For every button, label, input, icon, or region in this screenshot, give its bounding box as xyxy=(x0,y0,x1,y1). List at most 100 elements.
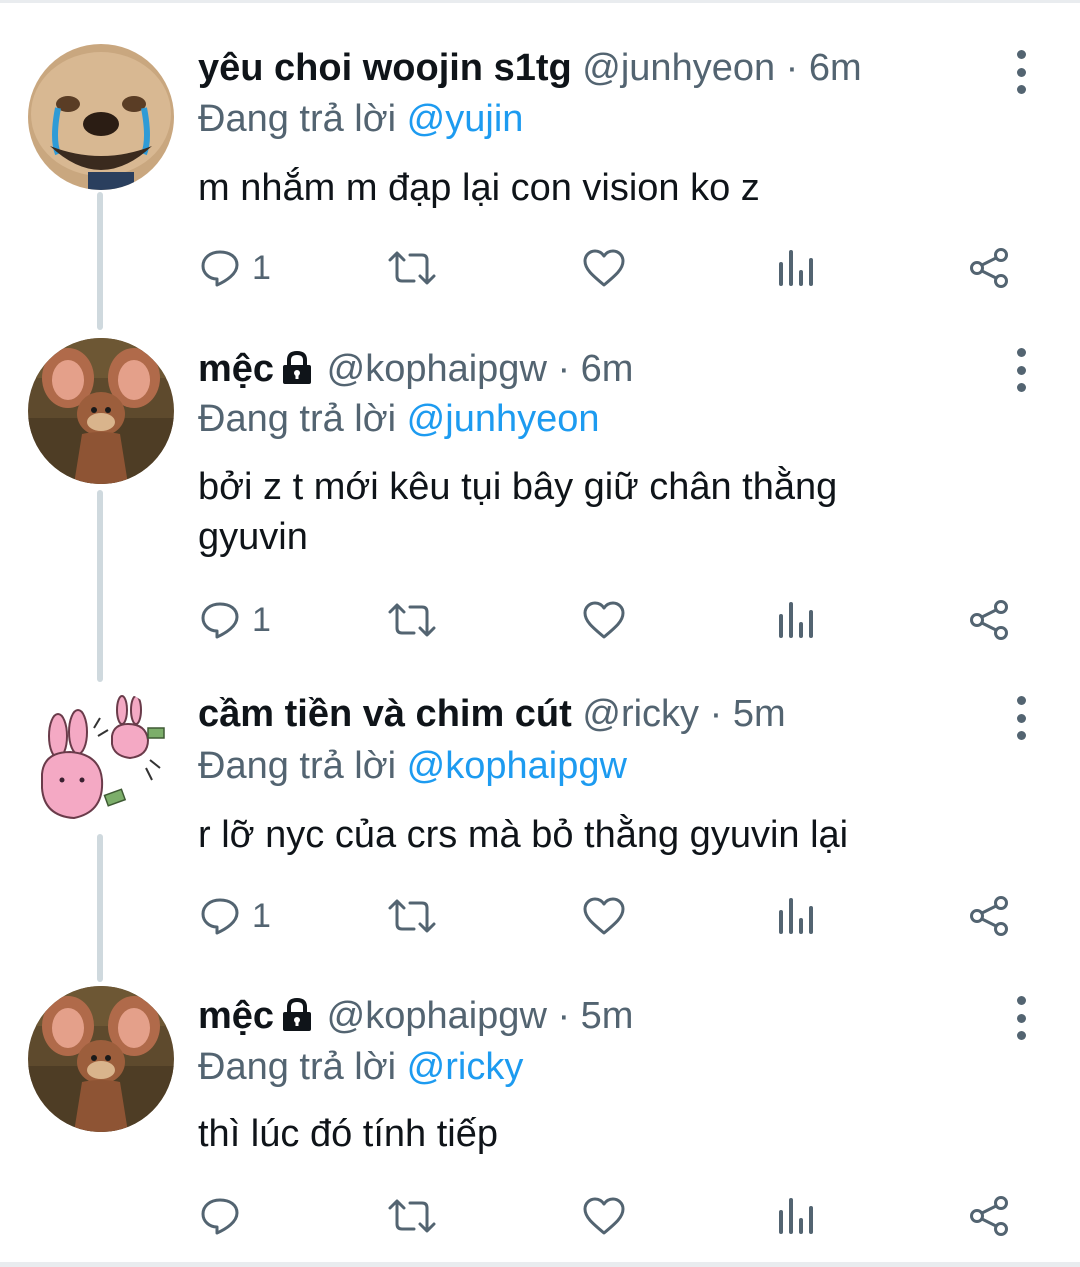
replying-label: Đang trả lời xyxy=(198,745,397,787)
replying-label: Đang trả lời xyxy=(198,398,397,440)
replying-label: Đang trả lời xyxy=(198,1046,397,1088)
views-button[interactable] xyxy=(777,592,817,648)
action-bar: 1 xyxy=(0,240,1080,296)
replying-to: Đang trả lời @junhyeon xyxy=(198,395,600,443)
retweet-button[interactable] xyxy=(386,1188,438,1244)
views-button[interactable] xyxy=(777,888,817,944)
more-options-icon[interactable] xyxy=(1006,50,1036,94)
views-button[interactable] xyxy=(777,1188,817,1244)
reply-icon xyxy=(201,602,239,639)
timestamp[interactable]: 6m xyxy=(581,348,634,390)
reply-count: 1 xyxy=(252,896,271,935)
reply-count: 1 xyxy=(252,248,271,287)
reply-icon xyxy=(201,898,239,935)
share-button[interactable] xyxy=(968,240,1010,296)
like-button[interactable] xyxy=(582,240,626,296)
lock-icon xyxy=(283,998,312,1031)
separator-dot: · xyxy=(709,693,723,735)
timestamp[interactable]: 5m xyxy=(581,995,634,1037)
replying-mention-link[interactable]: @kophaipgw xyxy=(407,745,627,787)
views-button[interactable] xyxy=(777,240,817,296)
reply-icon xyxy=(201,1198,239,1235)
views-icon xyxy=(779,898,813,934)
more-options-icon[interactable] xyxy=(1006,348,1036,392)
share-button[interactable] xyxy=(968,1188,1010,1244)
retweet-button[interactable] xyxy=(386,240,438,296)
action-bar: 1 xyxy=(0,592,1080,648)
avatar[interactable] xyxy=(28,44,174,190)
reply-button[interactable] xyxy=(200,1188,252,1244)
crying-dog-avatar-image xyxy=(28,44,174,190)
like-button[interactable] xyxy=(582,1188,626,1244)
separator-dot: · xyxy=(557,995,571,1037)
views-icon xyxy=(779,250,813,286)
handle[interactable]: @kophaipgw xyxy=(327,995,547,1037)
replying-mention-link[interactable]: @ricky xyxy=(407,1046,524,1088)
heart-icon xyxy=(583,1197,625,1235)
like-button[interactable] xyxy=(582,592,626,648)
share-button[interactable] xyxy=(968,592,1010,648)
retweet-button[interactable] xyxy=(386,592,438,648)
tweet[interactable]: mệc @kophaipgw · 5m Đang trả lời @ricky … xyxy=(0,968,1080,1262)
replying-label: Đang trả lời xyxy=(198,98,397,140)
tweet-header: mệc @kophaipgw · 6m xyxy=(198,345,633,393)
tweet-text: bởi z t mới kêu tụi bây giữ chân thằng g… xyxy=(198,466,838,558)
reply-count: 1 xyxy=(252,600,271,639)
views-icon xyxy=(779,1198,813,1234)
display-name[interactable]: mệc xyxy=(198,995,274,1037)
tweet-header: yêu choi woojin s1tg @junhyeon · 6m xyxy=(198,44,862,92)
handle[interactable]: @junhyeon xyxy=(582,47,775,89)
reply-button[interactable]: 1 xyxy=(200,240,271,296)
heart-icon xyxy=(583,249,625,287)
views-icon xyxy=(779,602,813,638)
avatar[interactable] xyxy=(28,688,174,834)
tweet[interactable]: cầm tiền và chim cút @ricky · 5m Đang tr… xyxy=(0,670,1080,968)
share-icon xyxy=(970,248,1008,288)
tweet-text: m nhắm m đạp lại con vision ko z xyxy=(198,167,760,209)
heart-icon xyxy=(583,897,625,935)
display-name[interactable]: yêu choi woojin s1tg xyxy=(198,47,572,89)
cartoon-mouse-avatar-image xyxy=(28,986,174,1132)
action-bar xyxy=(0,1188,1080,1244)
bottom-divider xyxy=(0,1262,1080,1267)
retweet-icon xyxy=(388,899,436,933)
replying-to: Đang trả lời @kophaipgw xyxy=(198,742,627,790)
reply-button[interactable]: 1 xyxy=(200,592,271,648)
handle[interactable]: @kophaipgw xyxy=(327,348,547,390)
retweet-icon xyxy=(388,251,436,285)
replying-mention-link[interactable]: @yujin xyxy=(407,98,524,140)
avatar[interactable] xyxy=(28,338,174,484)
replying-mention-link[interactable]: @junhyeon xyxy=(407,398,600,440)
tweet-header: mệc @kophaipgw · 5m xyxy=(198,992,633,1040)
retweet-icon xyxy=(388,603,436,637)
tweet-text: thì lúc đó tính tiếp xyxy=(198,1113,498,1155)
display-name[interactable]: mệc xyxy=(198,348,274,390)
action-bar: 1 xyxy=(0,888,1080,944)
share-button[interactable] xyxy=(968,888,1010,944)
share-icon xyxy=(970,600,1008,640)
tweet-text: r lỡ nyc của crs mà bỏ thằng gyuvin lại xyxy=(198,814,849,856)
replying-to: Đang trả lời @yujin xyxy=(198,95,523,143)
tweet-header: cầm tiền và chim cút @ricky · 5m xyxy=(198,690,786,738)
share-icon xyxy=(970,896,1008,936)
like-button[interactable] xyxy=(582,888,626,944)
timestamp[interactable]: 5m xyxy=(733,693,786,735)
handle[interactable]: @ricky xyxy=(582,693,699,735)
tweet[interactable]: yêu choi woojin s1tg @junhyeon · 6m Đang… xyxy=(0,0,1080,320)
retweet-icon xyxy=(388,1199,436,1233)
avatar[interactable] xyxy=(28,986,174,1132)
display-name[interactable]: cầm tiền và chim cút xyxy=(198,693,572,735)
reply-button[interactable]: 1 xyxy=(200,888,271,944)
more-options-icon[interactable] xyxy=(1006,996,1036,1040)
tweet[interactable]: mệc @kophaipgw · 6m Đang trả lời @junhye… xyxy=(0,320,1080,670)
retweet-button[interactable] xyxy=(386,888,438,944)
cartoon-mouse-avatar-image xyxy=(28,338,174,484)
timestamp[interactable]: 6m xyxy=(809,47,862,89)
pink-rabbit-avatar-image xyxy=(28,688,174,834)
more-options-icon[interactable] xyxy=(1006,696,1036,740)
replying-to: Đang trả lời @ricky xyxy=(198,1043,523,1091)
heart-icon xyxy=(583,601,625,639)
separator-dot: · xyxy=(785,47,799,89)
share-icon xyxy=(970,1196,1008,1236)
separator-dot: · xyxy=(557,348,571,390)
